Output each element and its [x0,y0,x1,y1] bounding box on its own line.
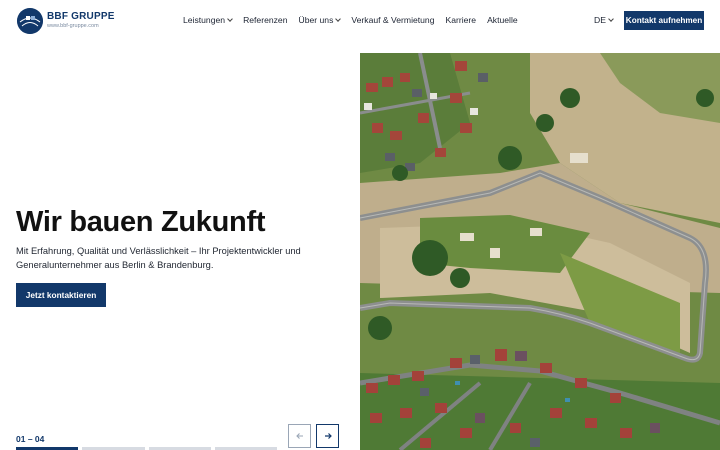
nav-item-label: Über uns [298,15,334,25]
arrow-right-icon [324,433,332,439]
nav-item-verkauf-vermietung[interactable]: Verkauf & Vermietung [351,15,434,25]
hero-aerial-image [360,53,720,450]
hero-title: Wir bauen Zukunft [16,206,266,238]
nav-item-leistungen[interactable]: Leistungen [183,15,233,25]
nav-item-label: Karriere [445,15,477,25]
slider-prev-button[interactable] [288,424,311,448]
chevron-down-icon [227,15,233,22]
slider-next-button[interactable] [316,424,339,448]
main-nav: Leistungen Referenzen Über uns Verkauf &… [183,15,529,25]
nav-item-label: Leistungen [183,15,226,25]
site-header: BBF GRUPPE www.bbf-gruppe.com Leistungen… [0,0,720,42]
nav-item-label: Verkauf & Vermietung [351,15,435,25]
logo-name: BBF GRUPPE [47,11,115,23]
language-label: DE [594,15,606,25]
logo-globe-icon [17,8,43,34]
nav-item-label: Aktuelle [487,15,518,25]
nav-item-referenzen[interactable]: Referenzen [243,15,287,25]
nav-item-ueber-uns[interactable]: Über uns [298,15,342,25]
arrow-left-icon [295,433,303,439]
nav-item-label: Referenzen [243,15,288,25]
chevron-down-icon [335,15,342,22]
chevron-down-icon [608,15,614,22]
language-selector[interactable]: DE [594,15,614,25]
hero-contact-button[interactable]: Jetzt kontaktieren [16,283,106,307]
logo-url: www.bbf-gruppe.com [47,23,99,30]
hero-subtitle: Mit Erfahrung, Qualität und Verlässlichk… [16,246,301,270]
logo[interactable]: BBF GRUPPE www.bbf-gruppe.com [17,8,115,34]
nav-item-aktuelle[interactable]: Aktuelle [487,15,518,25]
contact-button[interactable]: Kontakt aufnehmen [624,11,704,30]
slide-counter: 01 – 04 [16,434,45,444]
nav-item-karriere[interactable]: Karriere [446,15,477,25]
